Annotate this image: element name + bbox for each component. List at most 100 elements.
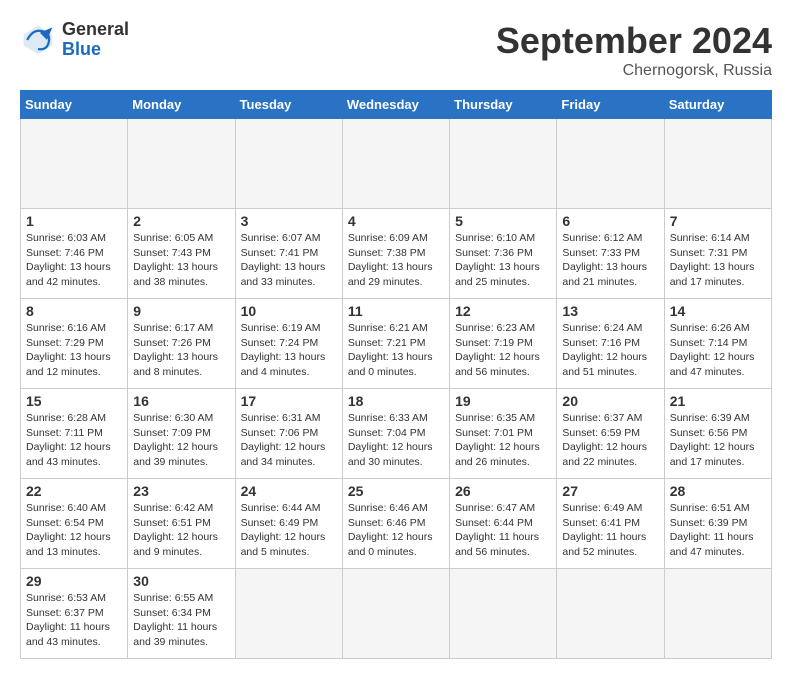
calendar-week-3: 15 Sunrise: 6:28 AMSunset: 7:11 PMDayligh… [21, 389, 772, 479]
calendar-week-0 [21, 119, 772, 209]
day-number: 17 [241, 393, 337, 409]
cell-content: Sunrise: 6:39 AMSunset: 6:56 PMDaylight:… [670, 412, 755, 468]
day-number: 11 [348, 303, 444, 319]
calendar-cell [664, 119, 771, 209]
cell-content: Sunrise: 6:10 AMSunset: 7:36 PMDaylight:… [455, 232, 540, 288]
day-number: 27 [562, 483, 658, 499]
col-header-sunday: Sunday [21, 91, 128, 119]
calendar-cell [342, 119, 449, 209]
day-number: 28 [670, 483, 766, 499]
calendar-week-1: 1 Sunrise: 6:03 AMSunset: 7:46 PMDaylight… [21, 209, 772, 299]
cell-content: Sunrise: 6:23 AMSunset: 7:19 PMDaylight:… [455, 322, 540, 378]
day-number: 6 [562, 213, 658, 229]
logo-general: General [62, 20, 129, 40]
cell-content: Sunrise: 6:31 AMSunset: 7:06 PMDaylight:… [241, 412, 326, 468]
cell-content: Sunrise: 6:47 AMSunset: 6:44 PMDaylight:… [455, 502, 539, 558]
calendar-cell [450, 119, 557, 209]
cell-content: Sunrise: 6:33 AMSunset: 7:04 PMDaylight:… [348, 412, 433, 468]
calendar-cell: 6Sunrise: 6:12 AMSunset: 7:33 PMDaylight… [557, 209, 664, 299]
location-subtitle: Chernogorsk, Russia [496, 62, 772, 80]
day-number: 7 [670, 213, 766, 229]
calendar-cell: 11 Sunrise: 6:21 AMSunset: 7:21 PMDayligh… [342, 299, 449, 389]
day-number: 1 [26, 213, 122, 229]
cell-content: Sunrise: 6:28 AMSunset: 7:11 PMDaylight:… [26, 412, 111, 468]
logo: General Blue [20, 20, 129, 60]
calendar-cell: 27 Sunrise: 6:49 AMSunset: 6:41 PMDayligh… [557, 479, 664, 569]
day-number: 3 [241, 213, 337, 229]
calendar-table: SundayMondayTuesdayWednesdayThursdayFrid… [20, 90, 772, 659]
calendar-week-4: 22 Sunrise: 6:40 AMSunset: 6:54 PMDayligh… [21, 479, 772, 569]
day-number: 22 [26, 483, 122, 499]
cell-content: Sunrise: 6:24 AMSunset: 7:16 PMDaylight:… [562, 322, 647, 378]
calendar-cell: 28Sunrise: 6:51 AMSunset: 6:39 PMDayligh… [664, 479, 771, 569]
calendar-cell: 4Sunrise: 6:09 AMSunset: 7:38 PMDaylight… [342, 209, 449, 299]
day-number: 25 [348, 483, 444, 499]
calendar-cell: 2 Sunrise: 6:05 AMSunset: 7:43 PMDaylight… [128, 209, 235, 299]
cell-content: Sunrise: 6:17 AMSunset: 7:26 PMDaylight:… [133, 322, 218, 378]
cell-content: Sunrise: 6:03 AMSunset: 7:46 PMDaylight:… [26, 232, 111, 288]
day-number: 2 [133, 213, 229, 229]
calendar-cell [235, 569, 342, 659]
cell-content: Sunrise: 6:09 AMSunset: 7:38 PMDaylight:… [348, 232, 433, 288]
cell-content: Sunrise: 6:05 AMSunset: 7:43 PMDaylight:… [133, 232, 218, 288]
cell-content: Sunrise: 6:30 AMSunset: 7:09 PMDaylight:… [133, 412, 218, 468]
day-number: 8 [26, 303, 122, 319]
calendar-cell [664, 569, 771, 659]
cell-content: Sunrise: 6:42 AMSunset: 6:51 PMDaylight:… [133, 502, 218, 558]
calendar-cell: 12 Sunrise: 6:23 AMSunset: 7:19 PMDayligh… [450, 299, 557, 389]
cell-content: Sunrise: 6:07 AMSunset: 7:41 PMDaylight:… [241, 232, 326, 288]
calendar-cell: 16 Sunrise: 6:30 AMSunset: 7:09 PMDayligh… [128, 389, 235, 479]
cell-content: Sunrise: 6:26 AMSunset: 7:14 PMDaylight:… [670, 322, 755, 378]
day-number: 30 [133, 573, 229, 589]
calendar-cell: 5Sunrise: 6:10 AMSunset: 7:36 PMDaylight… [450, 209, 557, 299]
calendar-cell: 30 Sunrise: 6:55 AMSunset: 6:34 PMDayligh… [128, 569, 235, 659]
calendar-week-2: 8 Sunrise: 6:16 AMSunset: 7:29 PMDaylight… [21, 299, 772, 389]
calendar-cell [21, 119, 128, 209]
logo-icon [20, 22, 56, 58]
calendar-cell: 8 Sunrise: 6:16 AMSunset: 7:29 PMDaylight… [21, 299, 128, 389]
calendar-cell [450, 569, 557, 659]
calendar-cell: 22 Sunrise: 6:40 AMSunset: 6:54 PMDayligh… [21, 479, 128, 569]
calendar-cell: 20Sunrise: 6:37 AMSunset: 6:59 PMDayligh… [557, 389, 664, 479]
logo-text: General Blue [62, 20, 129, 60]
day-number: 24 [241, 483, 337, 499]
cell-content: Sunrise: 6:40 AMSunset: 6:54 PMDaylight:… [26, 502, 111, 558]
calendar-cell: 18Sunrise: 6:33 AMSunset: 7:04 PMDayligh… [342, 389, 449, 479]
cell-content: Sunrise: 6:46 AMSunset: 6:46 PMDaylight:… [348, 502, 433, 558]
cell-content: Sunrise: 6:21 AMSunset: 7:21 PMDaylight:… [348, 322, 433, 378]
cell-content: Sunrise: 6:55 AMSunset: 6:34 PMDaylight:… [133, 592, 217, 648]
calendar-cell [128, 119, 235, 209]
calendar-cell [342, 569, 449, 659]
calendar-cell: 13Sunrise: 6:24 AMSunset: 7:16 PMDayligh… [557, 299, 664, 389]
day-number: 19 [455, 393, 551, 409]
calendar-cell [235, 119, 342, 209]
calendar-cell: 25 Sunrise: 6:46 AMSunset: 6:46 PMDayligh… [342, 479, 449, 569]
day-number: 12 [455, 303, 551, 319]
col-header-saturday: Saturday [664, 91, 771, 119]
calendar-cell: 7Sunrise: 6:14 AMSunset: 7:31 PMDaylight… [664, 209, 771, 299]
calendar-cell: 17 Sunrise: 6:31 AMSunset: 7:06 PMDayligh… [235, 389, 342, 479]
cell-content: Sunrise: 6:16 AMSunset: 7:29 PMDaylight:… [26, 322, 111, 378]
col-header-thursday: Thursday [450, 91, 557, 119]
col-header-tuesday: Tuesday [235, 91, 342, 119]
calendar-cell [557, 119, 664, 209]
cell-content: Sunrise: 6:35 AMSunset: 7:01 PMDaylight:… [455, 412, 540, 468]
calendar-cell [557, 569, 664, 659]
col-header-friday: Friday [557, 91, 664, 119]
day-number: 10 [241, 303, 337, 319]
day-number: 26 [455, 483, 551, 499]
day-number: 15 [26, 393, 122, 409]
page-header: General Blue September 2024 Chernogorsk,… [20, 20, 772, 80]
logo-blue: Blue [62, 40, 129, 60]
day-number: 23 [133, 483, 229, 499]
col-header-wednesday: Wednesday [342, 91, 449, 119]
cell-content: Sunrise: 6:44 AMSunset: 6:49 PMDaylight:… [241, 502, 326, 558]
day-number: 20 [562, 393, 658, 409]
col-header-monday: Monday [128, 91, 235, 119]
cell-content: Sunrise: 6:53 AMSunset: 6:37 PMDaylight:… [26, 592, 110, 648]
day-number: 16 [133, 393, 229, 409]
cell-content: Sunrise: 6:49 AMSunset: 6:41 PMDaylight:… [562, 502, 646, 558]
day-number: 21 [670, 393, 766, 409]
title-block: September 2024 Chernogorsk, Russia [496, 20, 772, 80]
calendar-week-5: 29Sunrise: 6:53 AMSunset: 6:37 PMDayligh… [21, 569, 772, 659]
